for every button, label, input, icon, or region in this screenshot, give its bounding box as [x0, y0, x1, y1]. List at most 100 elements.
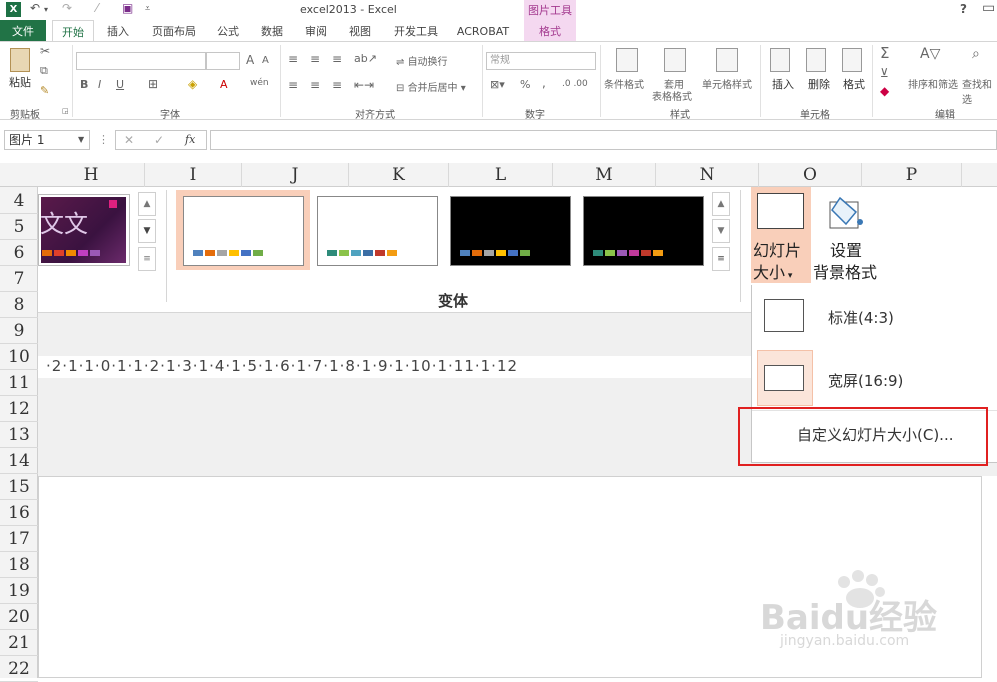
sort-filter-button[interactable]: 排序和筛选	[908, 76, 958, 91]
align-bottom-icon[interactable]: ≡	[332, 52, 342, 66]
tab-file[interactable]: 文件	[0, 20, 46, 42]
column-header[interactable]: L	[449, 163, 553, 187]
conditional-format-button[interactable]: 条件格式	[604, 76, 644, 91]
row-header[interactable]: 5	[0, 215, 38, 240]
tab-developer[interactable]: 开发工具	[388, 20, 444, 42]
align-middle-icon[interactable]: ≡	[310, 52, 320, 66]
row-header[interactable]: 16	[0, 501, 38, 526]
row-header[interactable]: 9	[0, 319, 38, 344]
font-size-input[interactable]	[206, 52, 240, 70]
orientation-icon[interactable]: ab↗	[354, 52, 377, 65]
dialog-launcher-icon[interactable]: ◲	[62, 107, 69, 115]
align-top-icon[interactable]: ≡	[288, 52, 298, 66]
column-header[interactable]: J	[242, 163, 349, 187]
phonetic-button[interactable]: wén	[250, 78, 269, 88]
tab-formulas[interactable]: 公式	[210, 20, 246, 42]
table-format-line2[interactable]: 表格格式	[652, 88, 692, 103]
tab-format[interactable]: 格式	[524, 20, 576, 42]
row-header[interactable]: 11	[0, 371, 38, 396]
row-header[interactable]: 14	[0, 449, 38, 474]
number-format-select[interactable]: 常规	[486, 52, 596, 70]
row-header[interactable]: 13	[0, 423, 38, 448]
row-header[interactable]: 12	[0, 397, 38, 422]
grow-font-button[interactable]: A	[246, 53, 254, 67]
column-header[interactable]: N	[656, 163, 759, 187]
italic-button[interactable]: I	[98, 78, 101, 91]
column-header[interactable]: K	[349, 163, 449, 187]
wrap-text-button[interactable]: ⇌ 自动换行	[396, 53, 448, 68]
insert-function-button[interactable]: fx	[185, 133, 195, 146]
decimal-icon[interactable]: .0 .00	[562, 79, 588, 89]
bold-button[interactable]: B	[80, 78, 88, 91]
currency-icon[interactable]: ⊠▾	[490, 78, 505, 91]
paste-icon[interactable]	[10, 48, 30, 72]
enter-button[interactable]: ✓	[154, 133, 164, 147]
customize-qat-icon[interactable]: ⩡	[145, 4, 150, 14]
variant-scroll-up[interactable]: ▲	[712, 192, 730, 216]
clear-icon[interactable]: ◆	[880, 84, 889, 98]
row-header[interactable]: 15	[0, 475, 38, 500]
copy-icon[interactable]: ⧉	[40, 64, 48, 78]
indent-icon[interactable]: ⇤⇥	[354, 78, 374, 92]
comma-button[interactable]: ,	[542, 76, 546, 90]
row-header[interactable]: 7	[0, 267, 38, 292]
tab-insert[interactable]: 插入	[100, 20, 136, 42]
column-header[interactable]: I	[145, 163, 242, 187]
tab-acrobat[interactable]: ACROBAT	[452, 20, 514, 42]
save-icon[interactable]: ▣	[122, 1, 133, 15]
paste-button[interactable]: 粘贴	[9, 74, 31, 90]
font-color-button[interactable]: A	[220, 78, 228, 91]
row-header[interactable]: 4	[0, 189, 38, 214]
tab-page-layout[interactable]: 页面布局	[146, 20, 202, 42]
tab-review[interactable]: 审阅	[298, 20, 334, 42]
standard-4-3-option[interactable]: 标准(4:3)	[828, 307, 894, 328]
ribbon-display-options-icon[interactable]: ▭	[982, 0, 995, 16]
cell-styles-button[interactable]: 单元格样式	[702, 76, 752, 91]
excel-app-icon[interactable]: X	[6, 2, 21, 17]
row-header[interactable]: 19	[0, 579, 38, 604]
row-header[interactable]: 20	[0, 605, 38, 630]
column-header[interactable]: P	[862, 163, 962, 187]
percent-button[interactable]: %	[520, 78, 530, 91]
row-header[interactable]: 21	[0, 631, 38, 656]
column-header[interactable]: H	[38, 163, 145, 187]
font-name-input[interactable]	[76, 52, 206, 70]
shrink-font-button[interactable]: A	[262, 55, 269, 66]
undo-dropdown-icon[interactable]: ▾	[44, 5, 48, 14]
row-header[interactable]: 22	[0, 657, 38, 682]
widescreen-16-9-option[interactable]: 宽屏(16:9)	[828, 370, 903, 391]
row-header[interactable]: 17	[0, 527, 38, 552]
merge-center-button[interactable]: ⊟ 合并后居中 ▾	[396, 79, 466, 94]
borders-icon[interactable]: ⊞	[148, 77, 158, 91]
theme-scroll-up[interactable]: ▲	[138, 192, 156, 216]
theme-scroll-down[interactable]: ▼	[138, 219, 156, 243]
underline-button[interactable]: U	[116, 78, 124, 91]
fill-color-icon[interactable]: ◈	[188, 77, 197, 91]
format-cells-button[interactable]: 格式	[843, 76, 865, 92]
more-options-icon[interactable]: ⋮	[98, 133, 109, 146]
row-header[interactable]: 18	[0, 553, 38, 578]
theme-more-icon[interactable]: ≡	[138, 247, 156, 271]
row-header[interactable]: 6	[0, 241, 38, 266]
fill-icon[interactable]: ⊻	[880, 66, 889, 80]
format-painter-icon[interactable]: ⁄	[96, 1, 98, 15]
variant-scroll-down[interactable]: ▼	[712, 219, 730, 243]
redo-icon[interactable]: ↷	[62, 1, 72, 15]
formula-input[interactable]	[210, 130, 997, 150]
name-box-dropdown-icon[interactable]: ▼	[78, 130, 84, 150]
insert-cells-button[interactable]: 插入	[772, 76, 794, 92]
align-right-icon[interactable]: ≡	[332, 78, 342, 92]
tab-home[interactable]: 开始	[52, 20, 94, 42]
row-header[interactable]: 8	[0, 293, 38, 318]
variant-more-icon[interactable]: ≡	[712, 247, 730, 271]
tab-view[interactable]: 视图	[342, 20, 378, 42]
format-painter-icon[interactable]: ✎	[40, 84, 49, 97]
align-center-icon[interactable]: ≡	[310, 78, 320, 92]
tab-data[interactable]: 数据	[254, 20, 290, 42]
delete-cells-button[interactable]: 删除	[808, 76, 830, 92]
align-left-icon[interactable]: ≡	[288, 78, 298, 92]
undo-icon[interactable]: ↶	[30, 1, 40, 15]
cancel-button[interactable]: ✕	[124, 133, 134, 147]
row-header[interactable]: 10	[0, 345, 38, 370]
autosum-button[interactable]: Σ	[880, 44, 889, 62]
